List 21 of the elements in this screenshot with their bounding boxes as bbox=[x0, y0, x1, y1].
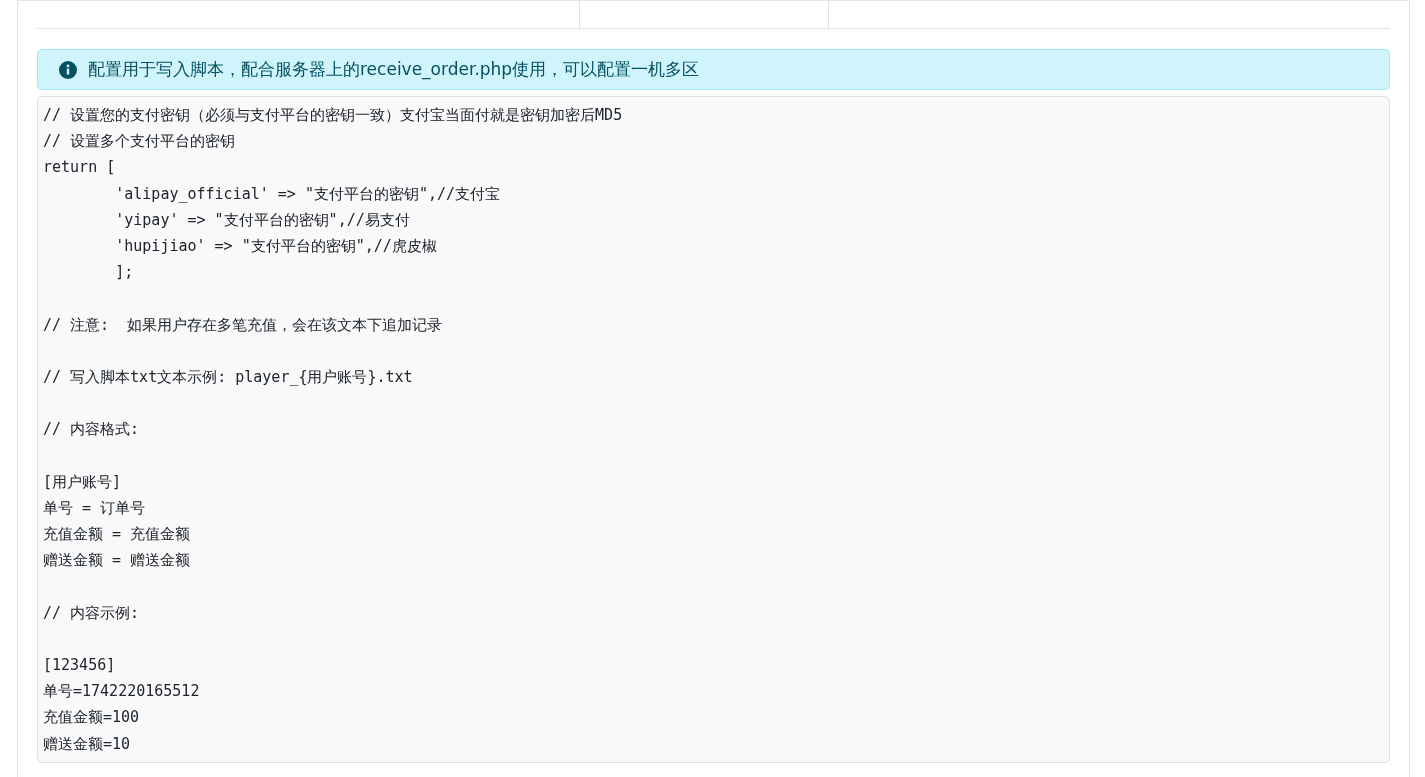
code-line: // 设置多个支付平台的密钥 bbox=[43, 132, 236, 151]
code-line: return [ bbox=[43, 158, 116, 177]
code-line: ]; bbox=[114, 263, 134, 282]
code-line: 赠送金额=10 bbox=[43, 734, 131, 753]
code-line: 充值金额 = 充值金额 bbox=[43, 525, 191, 543]
code-line: 'alipay_official' => "支付平台的密钥",//支付宝 bbox=[114, 184, 501, 203]
code-line: // 设置您的支付密钥（必须与支付平台的密钥一致）支付宝当面付就是密钥加密后MD5 bbox=[43, 106, 623, 124]
code-line: [用户账号] bbox=[43, 472, 122, 491]
alert-text: 配置用于写入脚本，配合服务器上的receive_order.php使用，可以配置一机多区 bbox=[88, 58, 700, 81]
code-line: 单号 = 订单号 bbox=[43, 498, 146, 517]
code-line: 单号=1742220165512 bbox=[43, 682, 200, 701]
code-line: 充值金额=100 bbox=[43, 708, 140, 727]
info-icon bbox=[59, 60, 77, 79]
code-line: // 内容格式: bbox=[43, 420, 140, 439]
code-line: // 写入脚本txt文本示例: player_{用户账号}.txt bbox=[43, 367, 413, 386]
code-line: [123456] bbox=[43, 655, 116, 674]
code-line: 'hupijiao' => "支付平台的密钥",//虎皮椒 bbox=[114, 236, 437, 255]
code-line: 赠送金额 = 赠送金额 bbox=[43, 551, 191, 570]
code-line: // 注意: 如果用户存在多笔充值，会在该文本下追加记录 bbox=[43, 315, 443, 334]
code-line: // 内容示例: bbox=[43, 603, 140, 622]
code-line: 'yipay' => "支付平台的密钥",//易支付 bbox=[114, 210, 410, 229]
